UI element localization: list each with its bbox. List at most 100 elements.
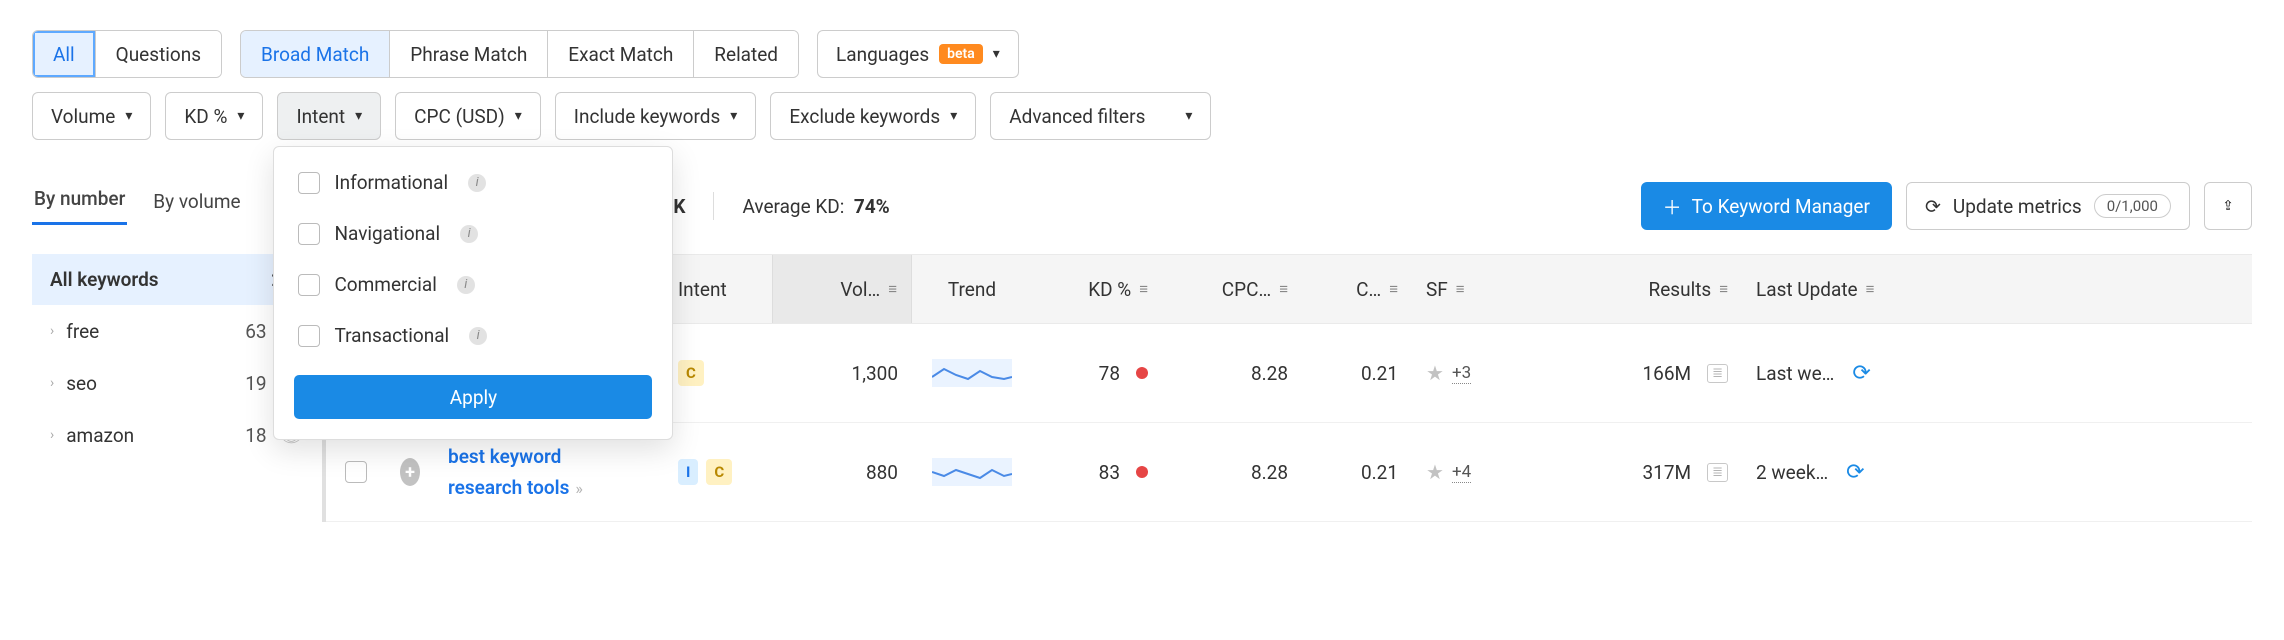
- intent-badge-informational: I: [678, 459, 698, 485]
- filter-cpc[interactable]: CPC (USD)▾: [395, 92, 541, 140]
- col-trend[interactable]: Trend: [912, 278, 1032, 301]
- intent-option-navigational[interactable]: Navigationali: [294, 214, 652, 253]
- update-metrics-button[interactable]: ⟳ Update metrics 0/1,000: [1906, 182, 2190, 230]
- tab-questions[interactable]: Questions: [96, 31, 221, 77]
- filter-kd[interactable]: KD %▾: [165, 92, 263, 140]
- filter-intent[interactable]: Intent▾: [277, 92, 381, 140]
- info-icon[interactable]: i: [460, 225, 478, 243]
- sort-icon: ≡: [1279, 280, 1288, 298]
- serp-icon[interactable]: ≣: [1707, 364, 1728, 383]
- filter-include-keywords[interactable]: Include keywords▾: [555, 92, 757, 140]
- add-keyword-button[interactable]: +: [400, 458, 420, 486]
- intent-apply-button[interactable]: Apply: [294, 375, 652, 419]
- checkbox[interactable]: [298, 223, 320, 245]
- refresh-icon[interactable]: ⟳: [1846, 460, 1864, 485]
- sf-cell: ★+3: [1412, 361, 1542, 385]
- chevron-down-icon: ▾: [730, 108, 737, 124]
- info-icon[interactable]: i: [457, 276, 475, 294]
- refresh-icon[interactable]: ⟳: [1852, 361, 1870, 386]
- chevron-right-icon: ›: [50, 375, 54, 391]
- plus-icon: ＋: [1663, 193, 1682, 220]
- sf-cell: ★+4: [1412, 460, 1542, 484]
- sort-icon: ≡: [1139, 280, 1148, 298]
- tab-exact-match[interactable]: Exact Match: [548, 31, 694, 77]
- checkbox[interactable]: [298, 325, 320, 347]
- scope-group: All Questions: [32, 30, 222, 78]
- tab-broad-match[interactable]: Broad Match: [241, 31, 390, 77]
- filter-exclude-keywords[interactable]: Exclude keywords▾: [770, 92, 976, 140]
- chevron-down-icon: ▾: [125, 108, 132, 124]
- col-c[interactable]: C…≡: [1302, 278, 1412, 301]
- filter-advanced[interactable]: Advanced filters▾: [990, 92, 1211, 140]
- divider: [713, 192, 714, 220]
- difficulty-dot-icon: [1136, 367, 1148, 379]
- export-button[interactable]: ⇪: [2204, 182, 2252, 230]
- col-kd[interactable]: KD %≡: [1032, 278, 1162, 301]
- languages-label: Languages: [836, 43, 929, 66]
- col-sf[interactable]: SF≡: [1412, 278, 1542, 301]
- update-counter: 0/1,000: [2094, 194, 2171, 218]
- view-by-number[interactable]: By number: [32, 187, 127, 225]
- match-group: Broad Match Phrase Match Exact Match Rel…: [240, 30, 799, 78]
- beta-badge: beta: [939, 44, 983, 64]
- languages-dropdown[interactable]: Languages beta ▾: [817, 30, 1019, 78]
- chevron-down-icon: ▾: [237, 108, 244, 124]
- sort-icon: ≡: [1719, 280, 1728, 298]
- intent-badge-commercial: C: [706, 459, 732, 485]
- checkbox[interactable]: [298, 172, 320, 194]
- tab-phrase-match[interactable]: Phrase Match: [390, 31, 548, 77]
- trend-sparkline: [932, 458, 1012, 486]
- chevron-down-icon: ▾: [950, 108, 957, 124]
- chevron-right-icon: ›: [50, 427, 54, 443]
- keyword-link[interactable]: best keyword: [448, 445, 561, 468]
- intent-option-informational[interactable]: Informationali: [294, 163, 652, 202]
- to-keyword-manager-button[interactable]: ＋ To Keyword Manager: [1641, 182, 1892, 230]
- col-cpc[interactable]: CPC…≡: [1162, 278, 1302, 301]
- col-results[interactable]: Results≡: [1542, 278, 1742, 301]
- checkbox[interactable]: [298, 274, 320, 296]
- sort-icon: ≡: [1389, 280, 1398, 298]
- kd-cell: 83: [1032, 461, 1162, 484]
- col-intent[interactable]: Intent: [664, 278, 772, 301]
- star-icon: ★: [1426, 460, 1444, 484]
- intent-popover: Informationali Navigationali Commerciali…: [273, 146, 673, 440]
- update-cell: Last we…⟳: [1742, 361, 1962, 386]
- keyword-link[interactable]: research tools: [448, 476, 569, 499]
- volume-cell: 1,300: [772, 362, 912, 385]
- trend-cell: [912, 359, 1032, 387]
- col-volume[interactable]: Vol…≡: [772, 255, 912, 323]
- refresh-icon: ⟳: [1925, 195, 1941, 218]
- average-kd: Average KD: 74%: [742, 195, 889, 218]
- intent-option-transactional[interactable]: Transactionali: [294, 316, 652, 355]
- tab-related[interactable]: Related: [694, 31, 798, 77]
- view-by-volume[interactable]: By volume: [151, 190, 242, 225]
- cpc-cell: 8.28: [1162, 362, 1302, 385]
- expand-icon[interactable]: »: [575, 479, 583, 498]
- results-cell: 166M≣: [1542, 362, 1742, 385]
- volume-cell: 880: [772, 461, 912, 484]
- intent-option-commercial[interactable]: Commerciali: [294, 265, 652, 304]
- tab-all[interactable]: All: [33, 31, 96, 77]
- chevron-down-icon: ▾: [355, 108, 362, 124]
- chevron-down-icon: ▾: [993, 46, 1000, 62]
- row-checkbox[interactable]: [345, 461, 367, 483]
- right-actions: ＋ To Keyword Manager ⟳ Update metrics 0/…: [1641, 182, 2252, 230]
- col-update[interactable]: Last Update≡: [1742, 278, 1962, 301]
- filter-volume[interactable]: Volume▾: [32, 92, 151, 140]
- sort-desc-icon: ≡: [888, 280, 897, 298]
- competition-cell: 0.21: [1302, 362, 1412, 385]
- export-icon: ⇪: [2222, 199, 2233, 214]
- trend-sparkline: [932, 359, 1012, 387]
- info-icon[interactable]: i: [468, 174, 486, 192]
- match-type-row: All Questions Broad Match Phrase Match E…: [32, 30, 2252, 78]
- intent-badge-commercial: C: [678, 360, 704, 386]
- filters-row: Volume▾ KD %▾ Intent▾ Informationali Nav…: [32, 92, 2252, 140]
- serp-icon[interactable]: ≣: [1707, 463, 1728, 482]
- sort-icon: ≡: [1866, 280, 1875, 298]
- update-cell: 2 week…⟳: [1742, 460, 1962, 485]
- trend-cell: [912, 458, 1032, 486]
- view-tabs: By number By volume: [32, 187, 243, 225]
- info-icon[interactable]: i: [469, 327, 487, 345]
- star-icon: ★: [1426, 361, 1444, 385]
- results-cell: 317M≣: [1542, 461, 1742, 484]
